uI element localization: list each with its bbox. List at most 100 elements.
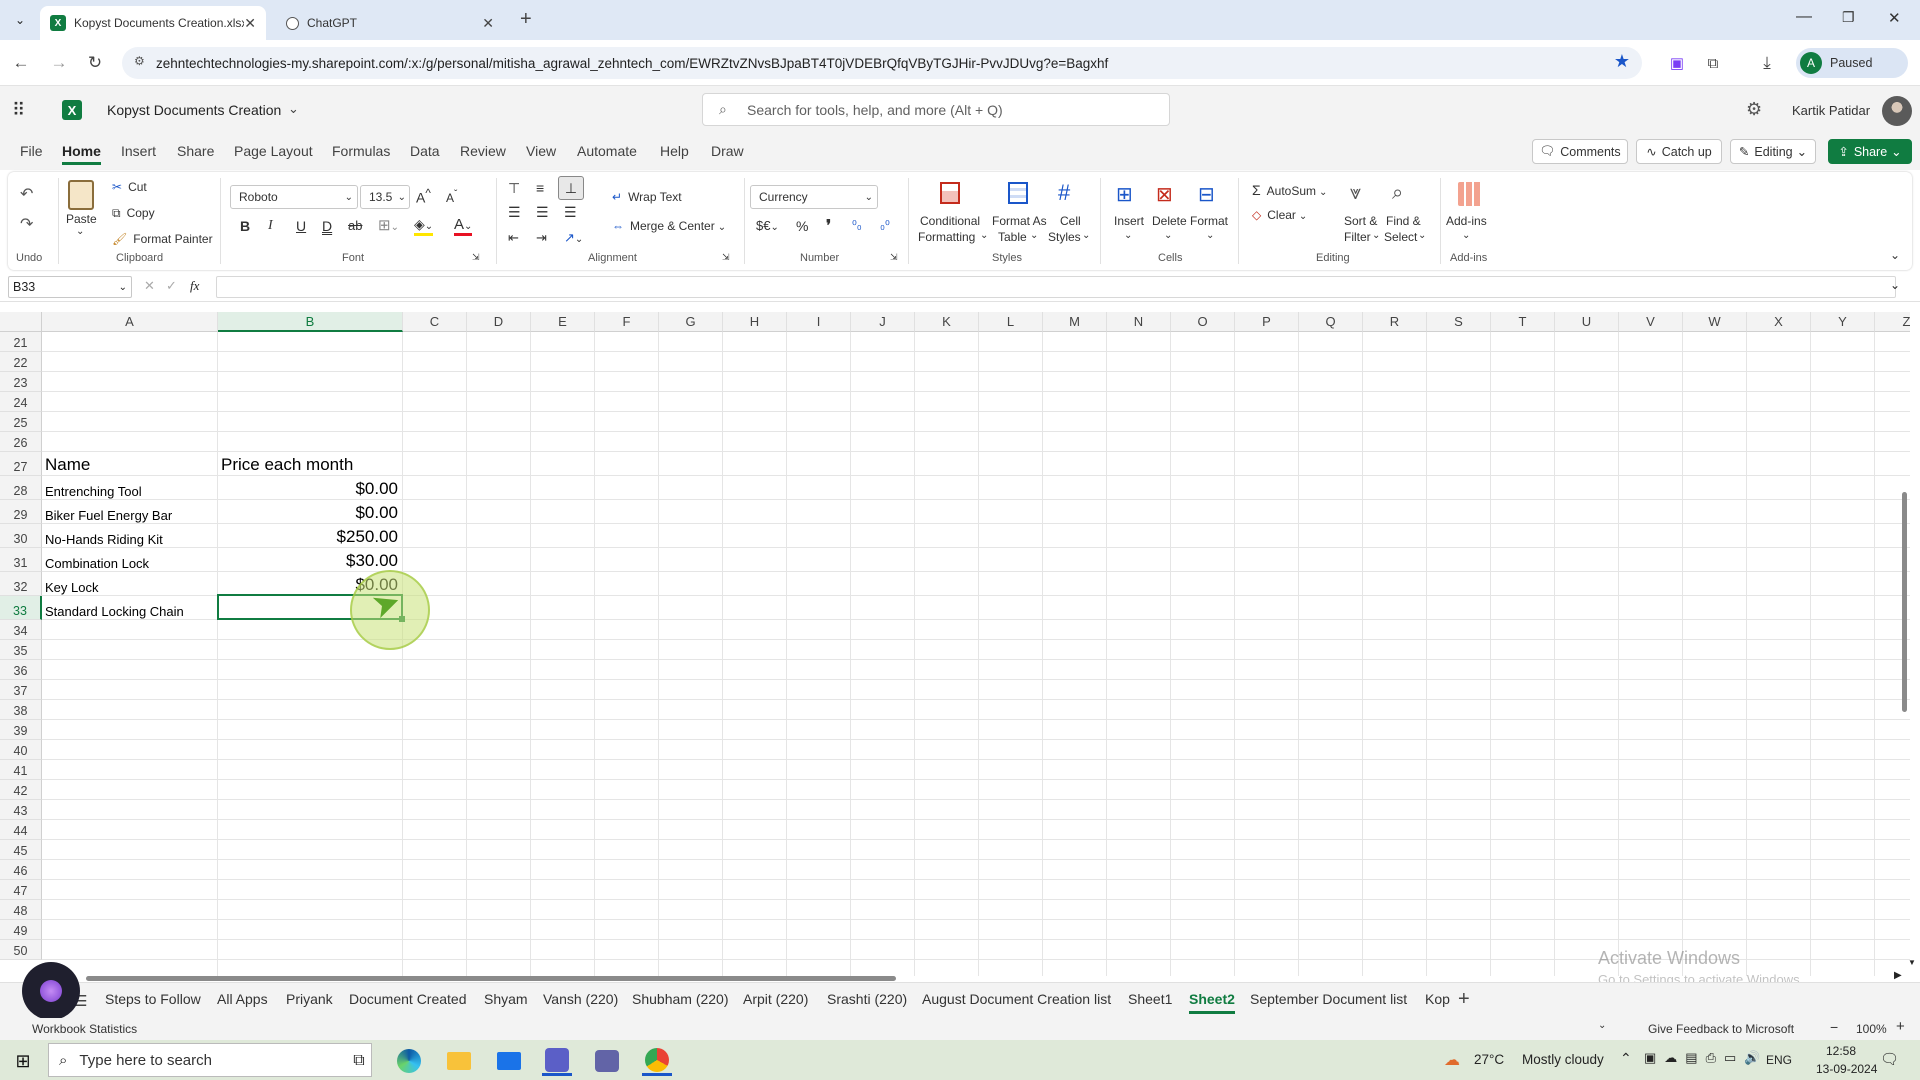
bookmark-star-icon[interactable]: ★ <box>1614 51 1630 72</box>
column-header-h[interactable]: H <box>723 312 787 332</box>
sheet-tab-all-apps[interactable]: All Apps <box>217 991 268 1007</box>
browser-tab-excel[interactable]: X Kopyst Documents Creation.xlsx ✕ <box>40 6 266 40</box>
alignment-dialog-launcher-icon[interactable]: ⇲ <box>722 252 730 263</box>
teams-icon[interactable] <box>592 1046 622 1076</box>
sheet-tab-steps-to-follow[interactable]: Steps to Follow <box>105 991 201 1007</box>
sheet-tab-sheet2[interactable]: Sheet2 <box>1189 991 1235 1014</box>
row-header-44[interactable]: 44 <box>0 820 42 840</box>
cell-price[interactable]: $0.00 <box>221 476 398 500</box>
column-header-x[interactable]: X <box>1747 312 1811 332</box>
font-size-select[interactable]: 13.5 ⌄ <box>360 185 410 209</box>
taskbar-search-field[interactable]: ⌕ Type here to search <box>48 1043 372 1077</box>
find-select-label[interactable]: Find & <box>1386 214 1421 228</box>
browser-tab-chatgpt[interactable]: ChatGPT ✕ <box>276 6 504 40</box>
weather-icon[interactable]: ☁ <box>1444 1050 1460 1070</box>
edge-browser-icon[interactable] <box>394 1046 424 1076</box>
row-header-43[interactable]: 43 <box>0 800 42 820</box>
decrease-font-size-icon[interactable]: Aˇ <box>446 189 457 205</box>
align-center-icon[interactable]: ☰ <box>536 204 549 221</box>
double-underline-button[interactable]: D <box>322 218 332 234</box>
menu-tab-help[interactable]: Help <box>660 143 689 159</box>
menu-tab-view[interactable]: View <box>526 143 556 159</box>
conditional-formatting-label-2[interactable]: Formatting <box>918 230 975 244</box>
row-header-29[interactable]: 29 <box>0 500 42 524</box>
spreadsheet-grid[interactable]: ABCDEFGHIJKLMNOPQRSTUVWXYZ 21 22 23 24 25 26 2… <box>0 312 1910 976</box>
cell-price[interactable]: $30.00 <box>221 548 398 572</box>
row-header-38[interactable]: 38 <box>0 700 42 720</box>
cell-styles-label[interactable]: Cell <box>1060 214 1081 228</box>
forward-arrow-icon[interactable]: → <box>46 50 72 76</box>
chevron-down-icon[interactable]: ⌄ <box>1418 230 1426 241</box>
wrap-text-button[interactable]: ↵ Wrap Text <box>612 190 682 204</box>
sort-filter-label-2[interactable]: Filter <box>1344 230 1371 244</box>
row-header-48[interactable]: 48 <box>0 900 42 920</box>
delete-cells-label[interactable]: Delete <box>1152 214 1187 228</box>
collapse-ribbon-icon[interactable]: ⌄ <box>1890 248 1900 262</box>
profile-button[interactable]: A Paused <box>1796 48 1908 78</box>
format-as-table-label[interactable]: Format As <box>992 214 1047 228</box>
align-top-icon[interactable]: ⊤ <box>508 180 520 197</box>
scroll-right-icon[interactable]: ▶ <box>1894 970 1902 981</box>
column-header-s[interactable]: S <box>1427 312 1491 332</box>
insert-function-icon[interactable]: fx <box>190 278 199 294</box>
file-explorer-icon[interactable] <box>444 1046 474 1076</box>
menu-tab-data[interactable]: Data <box>410 143 440 159</box>
delete-cells-icon[interactable]: ⊠ <box>1156 182 1173 207</box>
row-header-42[interactable]: 42 <box>0 780 42 800</box>
column-header-l[interactable]: L <box>979 312 1043 332</box>
new-tab-button[interactable]: + <box>520 8 532 31</box>
strikethrough-button[interactable]: ab <box>348 218 362 233</box>
chevron-down-icon[interactable]: ⌄ <box>1462 230 1470 241</box>
menu-tab-automate[interactable]: Automate <box>577 143 637 159</box>
select-all-corner[interactable] <box>0 312 42 332</box>
close-window-button[interactable]: ✕ <box>1888 9 1901 27</box>
close-tab-icon[interactable]: ✕ <box>244 15 256 32</box>
format-cells-icon[interactable]: ⊟ <box>1198 182 1215 207</box>
column-header-n[interactable]: N <box>1107 312 1171 332</box>
underline-button[interactable]: U <box>296 218 306 234</box>
row-header-26[interactable]: 26 <box>0 432 42 452</box>
expand-formula-bar-icon[interactable]: ⌄ <box>1890 278 1900 292</box>
align-left-icon[interactable]: ☰ <box>508 204 521 221</box>
header-cell-price[interactable]: Price each month <box>221 452 398 476</box>
office-app-icon[interactable] <box>542 1046 572 1076</box>
sheet-tab-kop[interactable]: Kop <box>1425 991 1450 1007</box>
column-header-u[interactable]: U <box>1555 312 1619 332</box>
cell-name[interactable]: Biker Fuel Energy Bar <box>45 500 213 524</box>
back-arrow-icon[interactable]: ← <box>8 50 34 76</box>
borders-icon[interactable]: ⊞⌄ <box>378 216 399 234</box>
notifications-icon[interactable]: 🗨 <box>1880 1050 1899 1068</box>
sheet-tab-vansh-220[interactable]: Vansh (220) <box>543 991 618 1007</box>
weather-condition[interactable]: Mostly cloudy <box>1522 1052 1604 1067</box>
minimize-window-button[interactable]: — <box>1796 8 1812 26</box>
fill-color-icon[interactable]: ◈⌄ <box>414 216 434 236</box>
column-header-j[interactable]: J <box>851 312 915 332</box>
row-header-46[interactable]: 46 <box>0 860 42 880</box>
row-header-30[interactable]: 30 <box>0 524 42 548</box>
format-as-table-label-2[interactable]: Table <box>998 230 1027 244</box>
chevron-down-icon[interactable]: ⌄ <box>1030 230 1038 241</box>
paste-label[interactable]: Paste <box>66 212 97 226</box>
column-header-m[interactable]: M <box>1043 312 1107 332</box>
workbook-statistics-button[interactable]: Workbook Statistics <box>32 1022 137 1036</box>
column-header-o[interactable]: O <box>1171 312 1235 332</box>
row-header-34[interactable]: 34 <box>0 620 42 640</box>
undo-icon[interactable]: ↶ <box>20 184 33 204</box>
row-header-36[interactable]: 36 <box>0 660 42 680</box>
copilot-bubble-icon[interactable] <box>22 962 80 1020</box>
task-view-icon[interactable]: ⧉ <box>344 1046 374 1076</box>
format-as-table-icon[interactable] <box>1008 182 1028 204</box>
merge-center-button[interactable]: ⇔ Merge & Center ⌄ <box>612 219 726 233</box>
mail-icon[interactable] <box>494 1046 524 1076</box>
menu-tab-review[interactable]: Review <box>460 143 506 159</box>
comments-button[interactable]: 🗨 Comments <box>1532 139 1628 164</box>
column-header-c[interactable]: C <box>403 312 467 332</box>
column-header-k[interactable]: K <box>915 312 979 332</box>
formula-input[interactable] <box>216 276 1896 298</box>
column-header-g[interactable]: G <box>659 312 723 332</box>
row-header-39[interactable]: 39 <box>0 720 42 740</box>
add-sheet-button[interactable]: + <box>1458 988 1470 1011</box>
decrease-decimal-icon[interactable]: ₀⁰ <box>880 218 890 232</box>
autosum-button[interactable]: Σ AutoSum ⌄ <box>1252 182 1327 198</box>
number-dialog-launcher-icon[interactable]: ⇲ <box>890 252 898 263</box>
